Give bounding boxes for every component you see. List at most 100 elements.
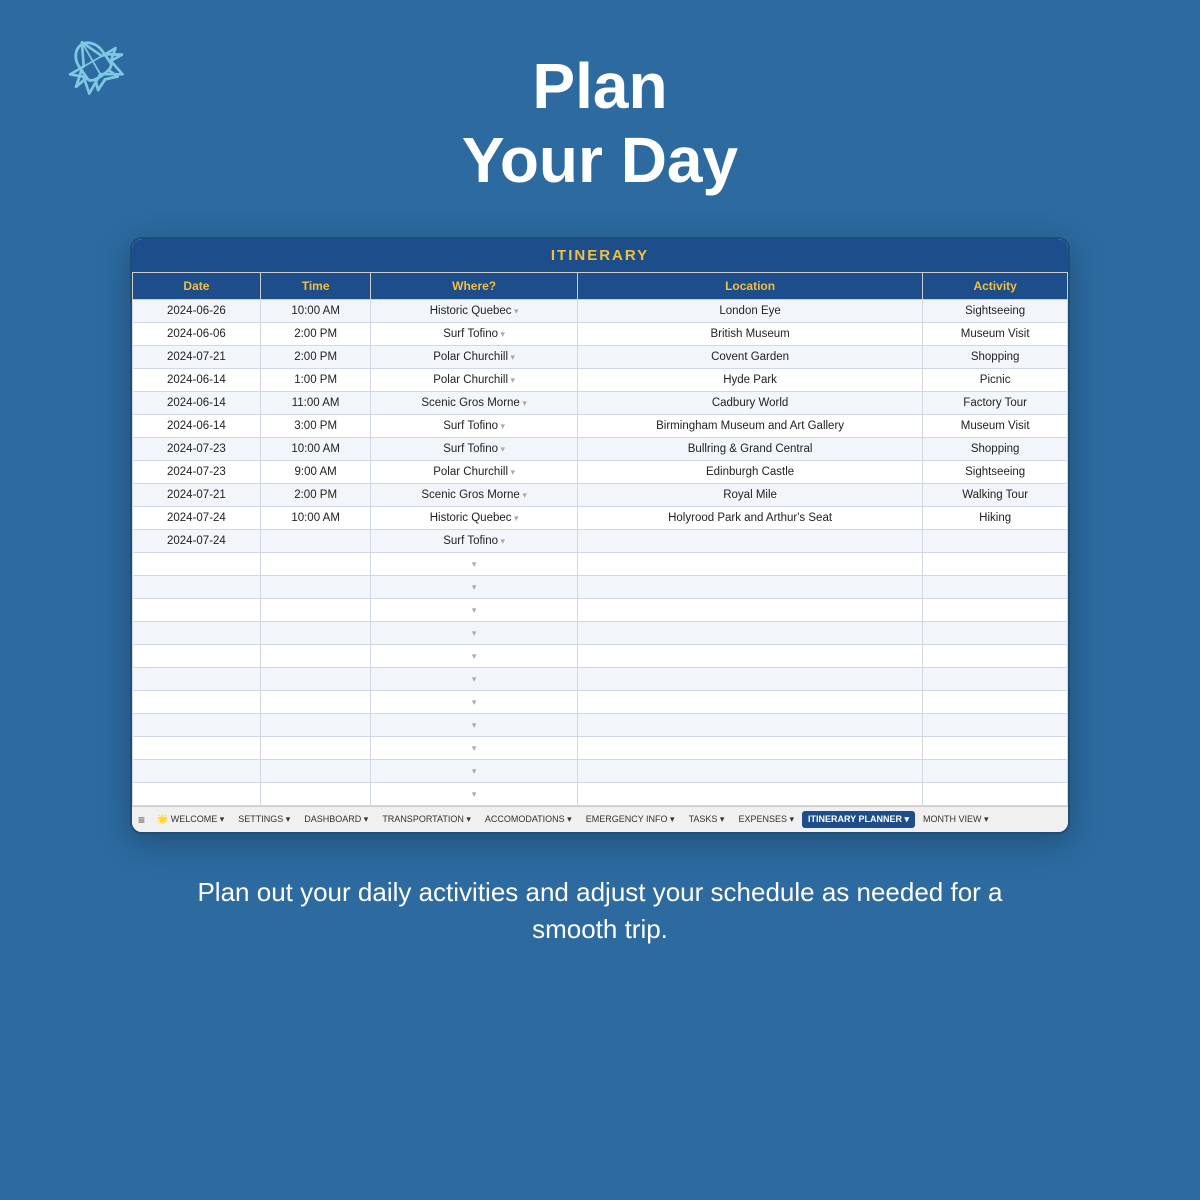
sheet-title: ITINERARY (132, 239, 1068, 272)
table-row: 2024-07-2310:00 AMSurf Tofino ▾Bullring … (133, 438, 1068, 461)
cell-6-1: 10:00 AM (260, 438, 371, 461)
table-row: 2024-06-2610:00 AMHistoric Quebec ▾Londo… (133, 300, 1068, 323)
cell-5-0: 2024-06-14 (133, 415, 261, 438)
cell-14-0 (133, 622, 261, 645)
col-activity: Activity (923, 273, 1068, 300)
itinerary-table: Date Time Where? Location Activity 2024-… (132, 272, 1068, 806)
cell-2-4: Shopping (923, 346, 1068, 369)
cell-8-0: 2024-07-21 (133, 484, 261, 507)
cell-3-4: Picnic (923, 369, 1068, 392)
cell-7-4: Sightseeing (923, 461, 1068, 484)
cell-16-4 (923, 668, 1068, 691)
cell-12-1 (260, 576, 371, 599)
tab-accomodations[interactable]: ACCOMODATIONS ▾ (479, 811, 578, 828)
cell-16-2: ▾ (371, 668, 577, 691)
cell-12-0 (133, 576, 261, 599)
cell-17-1 (260, 691, 371, 714)
cell-17-4 (923, 691, 1068, 714)
tab-menu-icon[interactable]: ≡ (138, 813, 145, 827)
cell-4-2: Scenic Gros Morne ▾ (371, 392, 577, 415)
tab-tasks[interactable]: TASKS ▾ (683, 811, 731, 828)
tab-itinerary-planner[interactable]: ITINERARY PLANNER ▾ (802, 811, 915, 828)
tab-emergency-info[interactable]: EMERGENCY INFO ▾ (580, 811, 681, 828)
tab-dashboard[interactable]: DASHBOARD ▾ (298, 811, 374, 828)
table-row: ▾ (133, 668, 1068, 691)
tab-bar: ≡ 🌟 WELCOME ▾SETTINGS ▾DASHBOARD ▾TRANSPO… (132, 806, 1068, 832)
tab-expenses[interactable]: EXPENSES ▾ (732, 811, 800, 828)
cell-11-0 (133, 553, 261, 576)
table-row: 2024-07-239:00 AMPolar Churchill ▾Edinbu… (133, 461, 1068, 484)
cell-8-4: Walking Tour (923, 484, 1068, 507)
table-row: ▾ (133, 622, 1068, 645)
tab-settings[interactable]: SETTINGS ▾ (232, 811, 296, 828)
cell-0-3: London Eye (577, 300, 922, 323)
cell-15-4 (923, 645, 1068, 668)
cell-19-3 (577, 737, 922, 760)
cell-21-2: ▾ (371, 783, 577, 806)
table-row: 2024-07-2410:00 AMHistoric Quebec ▾Holyr… (133, 507, 1068, 530)
cell-17-3 (577, 691, 922, 714)
cell-14-4 (923, 622, 1068, 645)
cell-13-0 (133, 599, 261, 622)
cell-14-3 (577, 622, 922, 645)
cell-19-1 (260, 737, 371, 760)
cell-10-4 (923, 530, 1068, 553)
col-date: Date (133, 273, 261, 300)
cell-15-3 (577, 645, 922, 668)
table-row: ▾ (133, 553, 1068, 576)
spreadsheet-container: ITINERARY Date Time Where? Location Acti… (130, 237, 1070, 834)
cell-13-1 (260, 599, 371, 622)
cell-2-1: 2:00 PM (260, 346, 371, 369)
cell-9-4: Hiking (923, 507, 1068, 530)
cell-16-1 (260, 668, 371, 691)
col-where: Where? (371, 273, 577, 300)
airplane-icon (60, 30, 130, 100)
cell-5-3: Birmingham Museum and Art Gallery (577, 415, 922, 438)
table-row: ▾ (133, 714, 1068, 737)
cell-20-3 (577, 760, 922, 783)
cell-13-2: ▾ (371, 599, 577, 622)
table-row: ▾ (133, 691, 1068, 714)
cell-3-3: Hyde Park (577, 369, 922, 392)
table-row: ▾ (133, 783, 1068, 806)
cell-9-1: 10:00 AM (260, 507, 371, 530)
cell-13-3 (577, 599, 922, 622)
table-row: 2024-06-1411:00 AMScenic Gros Morne ▾Cad… (133, 392, 1068, 415)
cell-19-4 (923, 737, 1068, 760)
cell-10-3 (577, 530, 922, 553)
cell-14-2: ▾ (371, 622, 577, 645)
cell-2-0: 2024-07-21 (133, 346, 261, 369)
cell-21-4 (923, 783, 1068, 806)
cell-1-4: Museum Visit (923, 323, 1068, 346)
cell-15-1 (260, 645, 371, 668)
cell-12-3 (577, 576, 922, 599)
cell-4-4: Factory Tour (923, 392, 1068, 415)
cell-18-1 (260, 714, 371, 737)
cell-7-1: 9:00 AM (260, 461, 371, 484)
cell-6-2: Surf Tofino ▾ (371, 438, 577, 461)
cell-7-0: 2024-07-23 (133, 461, 261, 484)
cell-8-1: 2:00 PM (260, 484, 371, 507)
cell-13-4 (923, 599, 1068, 622)
cell-6-4: Shopping (923, 438, 1068, 461)
cell-6-3: Bullring & Grand Central (577, 438, 922, 461)
cell-17-2: ▾ (371, 691, 577, 714)
table-header-row: Date Time Where? Location Activity (133, 273, 1068, 300)
cell-0-4: Sightseeing (923, 300, 1068, 323)
cell-14-1 (260, 622, 371, 645)
table-row: ▾ (133, 760, 1068, 783)
tab-month-view[interactable]: MONTH VIEW ▾ (917, 811, 995, 828)
cell-12-2: ▾ (371, 576, 577, 599)
table-row: ▾ (133, 599, 1068, 622)
tab-transportation[interactable]: TRANSPORTATION ▾ (376, 811, 477, 828)
cell-1-1: 2:00 PM (260, 323, 371, 346)
table-row: 2024-07-212:00 PMScenic Gros Morne ▾Roya… (133, 484, 1068, 507)
main-title: Plan Your Day (462, 50, 738, 197)
table-row: ▾ (133, 645, 1068, 668)
cell-4-0: 2024-06-14 (133, 392, 261, 415)
table-row: 2024-06-141:00 PMPolar Churchill ▾Hyde P… (133, 369, 1068, 392)
cell-7-3: Edinburgh Castle (577, 461, 922, 484)
tab-🌟-welcome[interactable]: 🌟 WELCOME ▾ (151, 811, 230, 828)
cell-1-0: 2024-06-06 (133, 323, 261, 346)
cell-19-2: ▾ (371, 737, 577, 760)
